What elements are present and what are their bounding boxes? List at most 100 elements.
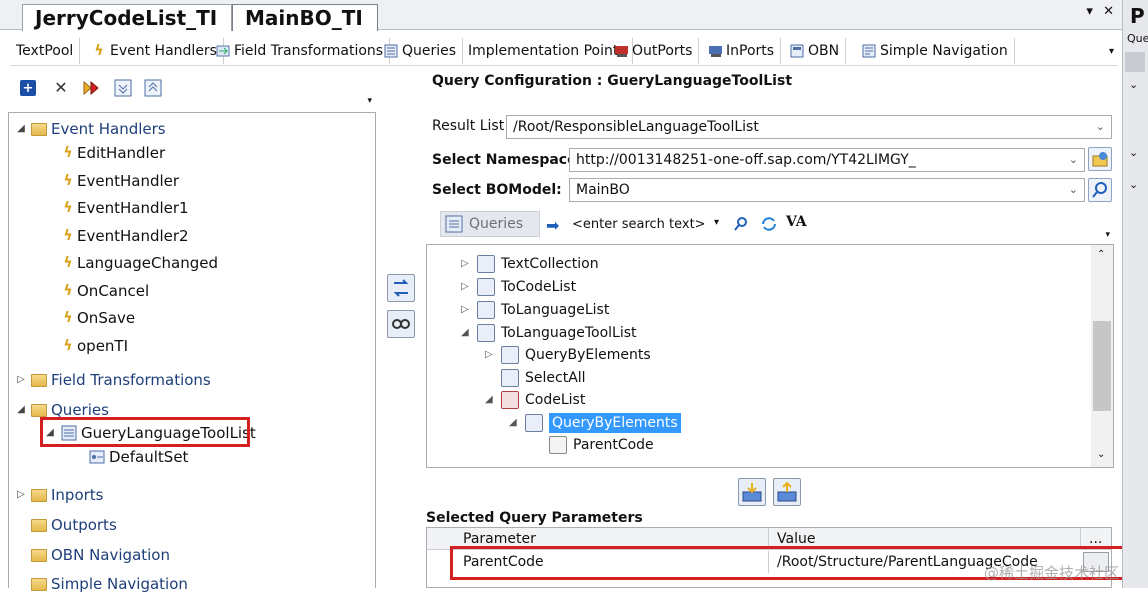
overflow-chevron-icon[interactable]: ▾ xyxy=(1109,46,1114,57)
doc-tab-mainbo[interactable]: MainBO_TI xyxy=(232,4,378,31)
outport-icon xyxy=(614,44,628,58)
tree-node-handler[interactable]: ϟ EventHandler1 xyxy=(63,198,188,218)
add-parameter-icon[interactable] xyxy=(738,478,766,506)
tree-node-label: EventHandler xyxy=(77,172,180,190)
tab-event-handlers[interactable]: ϟ Event Handlers xyxy=(86,38,224,64)
tree-node-label: LanguageChanged xyxy=(77,254,218,272)
collapsed-arrow-icon[interactable]: ▷ xyxy=(15,370,27,390)
search-icon[interactable] xyxy=(1088,178,1112,202)
namespace-combo[interactable]: http://0013148251-one-off.sap.com/YT42LI… xyxy=(569,148,1085,172)
scroll-up-icon[interactable]: ⌃ xyxy=(1097,249,1105,260)
bomodel-combo[interactable]: MainBO ⌄ xyxy=(569,178,1085,202)
namespace-browse-icon[interactable] xyxy=(1088,147,1112,171)
overflow-chevron-icon[interactable]: ▾ xyxy=(367,96,372,106)
tree-node-obn-navigation[interactable]: OBN Navigation xyxy=(15,545,170,565)
tree-node-parent-code[interactable]: ParentCode xyxy=(533,435,654,455)
tree-node-handler[interactable]: ϟ LanguageChanged xyxy=(63,253,218,273)
refresh-icon[interactable] xyxy=(760,215,778,233)
tree-node-inports[interactable]: ▷ Inports xyxy=(15,485,103,505)
tree-node-to-language-tool-list[interactable]: ◢ ToLanguageToolList xyxy=(461,323,637,343)
tree-node-field-transformations[interactable]: ▷ Field Transformations xyxy=(15,370,211,390)
doc-tab-jerry-code-list[interactable]: JerryCodeList_TI xyxy=(22,4,232,31)
tab-simple-navigation[interactable]: Simple Navigation xyxy=(856,38,1015,64)
close-icon[interactable]: ✕ xyxy=(1103,4,1114,19)
tree-node-label: EventHandler2 xyxy=(77,227,189,245)
result-list-combo[interactable]: /Root/ResponsibleLanguageToolList ⌄ xyxy=(506,115,1112,139)
tree-node-query-by-elements-selected[interactable]: ◢ QueryByElements xyxy=(509,413,681,433)
queries-filter-tab[interactable]: Queries xyxy=(440,211,540,237)
tree-node-handler[interactable]: ϟ EventHandler xyxy=(63,171,179,191)
queries-filter-label: Queries xyxy=(469,216,524,232)
tree-node-handler[interactable]: ϟ EventHandler2 xyxy=(63,226,189,246)
tree-node-handler[interactable]: ϟ EditHandler xyxy=(63,143,165,163)
tree-node-label: CodeList xyxy=(525,392,586,408)
tab-obn[interactable]: OBN xyxy=(784,38,847,64)
remove-parameter-icon[interactable] xyxy=(773,478,801,506)
chevron-down-icon[interactable]: ⌄ xyxy=(1129,178,1138,191)
expand-all-icon[interactable] xyxy=(114,79,132,97)
expander-icon[interactable]: ▷ xyxy=(461,277,471,297)
tree-node-to-code-list[interactable]: ▷ ToCodeList xyxy=(461,277,576,297)
tab-outports[interactable]: OutPorts xyxy=(608,38,700,64)
expander-icon[interactable]: ▷ xyxy=(461,254,471,274)
lightning-icon: ϟ xyxy=(63,200,73,216)
dropdown-icon[interactable]: ▾ xyxy=(1086,4,1093,19)
expander-icon[interactable]: ◢ xyxy=(461,323,471,343)
chevron-down-icon[interactable]: ⌄ xyxy=(1129,78,1138,91)
chevron-down-icon[interactable]: ▾ xyxy=(714,217,719,228)
arrow-right-icon[interactable]: ➡ xyxy=(546,216,559,235)
tree-node-to-language-list[interactable]: ▷ ToLanguageList xyxy=(461,300,609,320)
tree-node-code-list[interactable]: ◢ CodeList xyxy=(485,390,585,410)
tree-node-handler[interactable]: ϟ OnCancel xyxy=(63,281,149,301)
navigation-icon xyxy=(862,44,876,58)
collapsed-arrow-icon[interactable]: ▷ xyxy=(15,485,27,505)
scroll-down-icon[interactable]: ⌄ xyxy=(1097,449,1105,460)
watermark: @稀土掘金技术社区 xyxy=(984,564,1120,582)
expanded-arrow-icon[interactable]: ◢ xyxy=(15,119,27,139)
tab-inports[interactable]: InPorts xyxy=(702,38,782,64)
tree-node-label: openTI xyxy=(77,337,129,355)
query-tree-scrollbar[interactable]: ⌃ ⌄ xyxy=(1091,245,1113,467)
side-panel-label[interactable]: Que xyxy=(1127,32,1148,45)
tab-label: Implementation Points xyxy=(468,43,626,59)
search-input[interactable]: <enter search text> xyxy=(572,214,728,236)
collapse-all-icon[interactable] xyxy=(144,79,162,97)
tree-node-default-set[interactable]: DefaultSet xyxy=(89,447,188,467)
tree-node-text-collection[interactable]: ▷ TextCollection xyxy=(461,254,599,274)
swap-icon[interactable] xyxy=(387,274,415,302)
tree-node-simple-navigation[interactable]: Simple Navigation xyxy=(15,574,188,594)
association-icon xyxy=(477,278,495,296)
tree-node-query-by-elements[interactable]: ▷ QueryByElements xyxy=(485,345,651,365)
handler-tree: ◢ Event Handlers ϟ EditHandler ϟ EventHandl… xyxy=(8,112,376,593)
params-section-title: Selected Query Parameters xyxy=(426,510,643,526)
find-icon[interactable] xyxy=(732,216,748,232)
chevron-down-icon[interactable]: ⌄ xyxy=(1129,146,1138,159)
unlink-icon[interactable] xyxy=(387,310,415,338)
tree-node-event-handlers[interactable]: ◢ Event Handlers xyxy=(15,119,165,139)
tab-queries[interactable]: Queries xyxy=(378,38,464,64)
overflow-chevron-icon[interactable]: ▾ xyxy=(1105,230,1110,240)
run-icon[interactable] xyxy=(82,79,100,97)
expanded-arrow-icon[interactable]: ◢ xyxy=(15,400,27,420)
tree-node-handler[interactable]: ϟ OnSave xyxy=(63,308,135,328)
expander-icon[interactable]: ▷ xyxy=(461,300,471,320)
value-assist-button[interactable]: VA xyxy=(786,214,807,230)
folder-icon xyxy=(31,518,47,532)
tree-node-label: SelectAll xyxy=(525,370,586,386)
expander-icon[interactable]: ◢ xyxy=(485,390,495,410)
tab-field-transformations[interactable]: Field Transformations xyxy=(210,38,391,64)
tree-node-label: EditHandler xyxy=(77,144,166,162)
chevron-down-icon: ⌄ xyxy=(1068,183,1078,196)
scrollbar-thumb[interactable] xyxy=(1093,321,1111,411)
add-icon[interactable]: + xyxy=(20,80,36,96)
tab-textpool[interactable]: TextPool xyxy=(10,38,81,64)
tree-node-handler[interactable]: ϟ openTI xyxy=(63,336,128,356)
expander-icon[interactable]: ◢ xyxy=(509,413,519,433)
side-panel-strip: P Que ⌄ ⌄ ⌄ xyxy=(1122,0,1148,588)
tree-node-select-all[interactable]: SelectAll xyxy=(485,368,586,388)
delete-icon[interactable]: ✕ xyxy=(52,78,70,97)
tree-node-outports[interactable]: Outports xyxy=(15,515,117,535)
query-tree: ▷ TextCollection ▷ ToCodeList ▷ ToLanguageL… xyxy=(426,244,1114,468)
search-placeholder: <enter search text> xyxy=(572,217,706,232)
expander-icon[interactable]: ▷ xyxy=(485,345,495,365)
